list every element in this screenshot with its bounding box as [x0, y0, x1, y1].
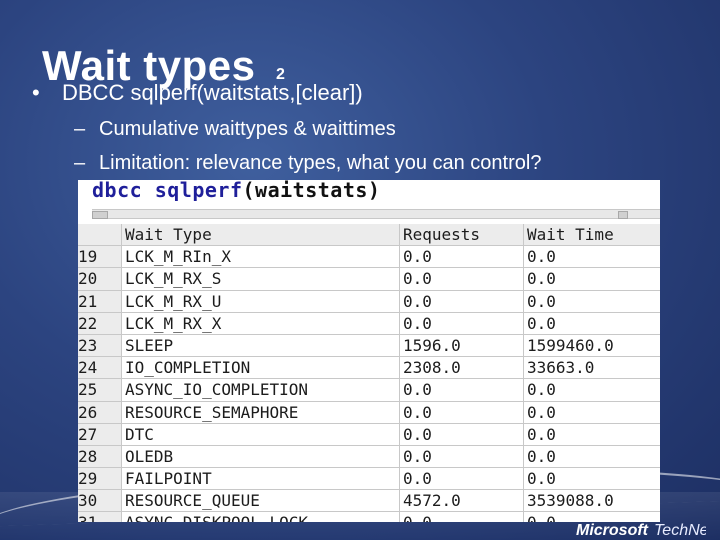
cell-wait-time[interactable]: 0.0 [524, 379, 660, 400]
cell-requests[interactable]: 0.0 [400, 512, 524, 522]
cell-wait-time[interactable]: 0.0 [524, 424, 660, 445]
cell-wait-time[interactable]: 33663.0 [524, 357, 660, 378]
microsoft-technet-logo: Microsoft TechNet [576, 522, 706, 539]
table-row[interactable]: 21 LCK_M_RX_U 0.0 0.0 [78, 290, 660, 313]
table-row[interactable]: 31ASYNC_DISKPOOL_LOCK0.00.0 [78, 512, 660, 522]
table-row[interactable]: 23 SLEEP 1596.0 1599460.0 [78, 334, 660, 358]
row-number-header [78, 224, 122, 246]
table-row[interactable]: 28 OLEDB 0.0 0.0 [78, 445, 660, 469]
cell-wait-time[interactable]: 0.0 [524, 246, 660, 267]
row-number[interactable]: 23 [78, 334, 122, 357]
cell-wait-time[interactable]: 0.0 [524, 291, 660, 312]
cell-wait-type[interactable]: RESOURCE_SEMAPHORE [122, 401, 400, 423]
cell-wait-type[interactable]: LCK_M_RX_S [122, 268, 400, 290]
row-number[interactable]: 31 [78, 512, 122, 522]
cell-requests[interactable]: 0.0 [400, 268, 524, 290]
query-editor[interactable]: dbcc sqlperf(waitstats) [78, 180, 660, 208]
subbullet-2: – Limitation: relevance types, what you c… [74, 152, 541, 175]
cell-wait-time[interactable]: 0.0 [524, 268, 660, 289]
table-row[interactable]: 22 LCK_M_RX_X 0.0 0.0 [78, 312, 660, 335]
cell-wait-time[interactable]: 3539088.0 [524, 490, 660, 511]
row-number[interactable]: 24 [78, 357, 122, 379]
column-header-requests[interactable]: Requests [400, 224, 524, 246]
row-number[interactable]: 25 [78, 379, 122, 401]
query-keyword: dbcc sqlperf [92, 180, 243, 202]
column-header-wait-time[interactable]: Wait Time [524, 224, 660, 246]
scroll-thumb[interactable] [618, 211, 628, 219]
column-header-wait-type[interactable]: Wait Type [122, 224, 400, 246]
subbullet-1-text: Cumulative waittypes & waittimes [99, 118, 396, 140]
table-row[interactable]: 26 RESOURCE_SEMAPHORE 0.0 0.0 [78, 401, 660, 424]
row-number[interactable]: 27 [78, 423, 122, 445]
row-number[interactable]: 28 [78, 445, 122, 468]
dash-icon: – [74, 152, 86, 174]
row-number[interactable]: 21 [78, 290, 122, 312]
grid-body: 19 LCK_M_RIn_X 0.0 0.0 20 LCK_M_RX_S 0.0 0.0 21 L… [78, 246, 660, 522]
grid-header-row: Wait Type Requests Wait Time [78, 224, 660, 247]
cell-wait-type[interactable]: FAILPOINT [122, 468, 400, 490]
cell-requests[interactable]: 0.0 [400, 379, 524, 401]
bullet-main-text: DBCC sqlperf(waitstats,[clear]) [62, 80, 363, 105]
cell-requests[interactable]: 4572.0 [400, 490, 524, 512]
dash-icon: – [74, 118, 86, 140]
cell-wait-type[interactable]: RESOURCE_QUEUE [122, 490, 400, 512]
subbullet-2-text: Limitation: relevance types, what you ca… [99, 152, 542, 174]
table-row[interactable]: 19 LCK_M_RIn_X 0.0 0.0 [78, 246, 660, 269]
table-row[interactable]: 29 FAILPOINT 0.0 0.0 [78, 468, 660, 491]
row-number[interactable]: 19 [78, 246, 122, 268]
results-grid: Wait Type Requests Wait Time 19 LCK_M_RIn… [78, 224, 660, 522]
cell-requests[interactable]: 1596.0 [400, 334, 524, 357]
row-number[interactable]: 30 [78, 490, 122, 512]
bullet-main: • DBCC sqlperf(waitstats,[clear]) [32, 80, 363, 106]
table-row[interactable]: 27 DTC 0.0 0.0 [78, 423, 660, 446]
cell-wait-type[interactable]: LCK_M_RX_U [122, 290, 400, 312]
subbullet-1: – Cumulative waittypes & waittimes [74, 118, 396, 141]
cell-requests[interactable]: 0.0 [400, 246, 524, 268]
logo-brand: Microsoft [576, 522, 649, 539]
row-number[interactable]: 29 [78, 468, 122, 490]
cell-wait-type[interactable]: ASYNC_DISKPOOL_LOCK [122, 512, 400, 522]
cell-wait-time[interactable]: 0.0 [524, 402, 660, 423]
cell-requests[interactable]: 0.0 [400, 312, 524, 334]
cell-wait-type[interactable]: LCK_M_RIn_X [122, 246, 400, 268]
cell-requests[interactable]: 0.0 [400, 468, 524, 490]
cell-requests[interactable]: 0.0 [400, 401, 524, 423]
horizontal-scrollbar[interactable] [92, 209, 660, 219]
cell-wait-time[interactable]: 1599460.0 [524, 335, 660, 356]
cell-wait-type[interactable]: IO_COMPLETION [122, 357, 400, 379]
cell-wait-type[interactable]: LCK_M_RX_X [122, 312, 400, 334]
cell-wait-time[interactable]: 0.0 [524, 468, 660, 489]
table-row[interactable]: 24 IO_COMPLETION 2308.0 33663.0 [78, 357, 660, 380]
cell-requests[interactable]: 0.0 [400, 423, 524, 445]
row-number[interactable]: 20 [78, 268, 122, 290]
row-number[interactable]: 26 [78, 401, 122, 423]
table-row[interactable]: 25 ASYNC_IO_COMPLETION 0.0 0.0 [78, 379, 660, 402]
bullet-dot-icon: • [32, 80, 40, 105]
cell-requests[interactable]: 2308.0 [400, 357, 524, 379]
query-analyzer-screenshot: dbcc sqlperf(waitstats) Wait Type Reques… [78, 180, 660, 522]
query-text: dbcc sqlperf(waitstats) [92, 180, 380, 202]
cell-wait-time[interactable]: 0.0 [524, 313, 660, 334]
query-args: (waitstats) [242, 180, 381, 202]
cell-wait-type[interactable]: DTC [122, 423, 400, 445]
cell-wait-type[interactable]: OLEDB [122, 445, 400, 468]
cell-requests[interactable]: 0.0 [400, 445, 524, 468]
cell-requests[interactable]: 0.0 [400, 290, 524, 312]
cell-wait-time[interactable]: 0.0 [524, 446, 660, 467]
cell-wait-type[interactable]: ASYNC_IO_COMPLETION [122, 379, 400, 401]
table-row[interactable]: 20 LCK_M_RX_S 0.0 0.0 [78, 268, 660, 291]
table-row[interactable]: 30 RESOURCE_QUEUE 4572.0 3539088.0 [78, 490, 660, 513]
cell-wait-type[interactable]: SLEEP [122, 334, 400, 357]
scroll-left-button[interactable] [92, 211, 108, 219]
row-number[interactable]: 22 [78, 312, 122, 334]
logo-product: TechNet [654, 522, 706, 539]
